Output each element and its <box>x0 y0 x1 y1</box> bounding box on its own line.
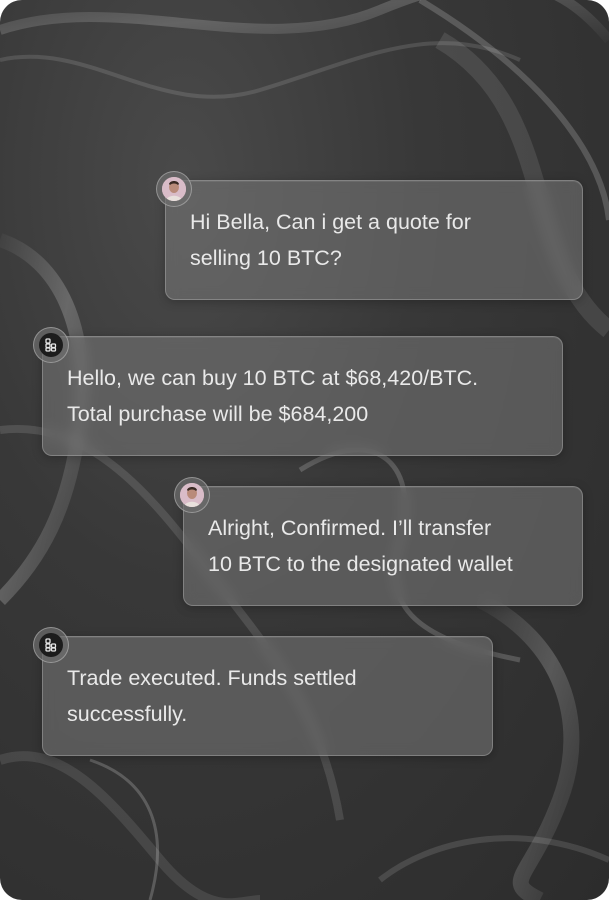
message-text: Alright, Confirmed. I’ll transfer <box>208 516 492 540</box>
message-text: Total purchase will be $684,200 <box>67 402 369 426</box>
user-avatar-icon <box>156 171 192 207</box>
bot-message-bubble: Hello, we can buy 10 BTC at $68,420/BTC.… <box>42 336 563 456</box>
user-avatar-icon <box>174 477 210 513</box>
user-message-bubble: Alright, Confirmed. I’ll transfer 10 BTC… <box>183 486 583 606</box>
message-text: Trade executed. Funds settled <box>67 666 357 690</box>
message-text: successfully. <box>67 702 188 726</box>
message-text: Hi Bella, Can i get a quote for <box>190 210 471 234</box>
user-message-bubble: Hi Bella, Can i get a quote for selling … <box>165 180 583 300</box>
bot-logo-icon <box>33 627 69 663</box>
message-text: Hello, we can buy 10 BTC at $68,420/BTC. <box>67 366 479 390</box>
bot-message-bubble: Trade executed. Funds settled successful… <box>42 636 493 756</box>
message-text: selling 10 BTC? <box>190 246 342 270</box>
bot-logo-icon <box>33 327 69 363</box>
message-text: 10 BTC to the designated wallet <box>208 552 513 576</box>
chat-card: Hi Bella, Can i get a quote for selling … <box>0 0 609 900</box>
